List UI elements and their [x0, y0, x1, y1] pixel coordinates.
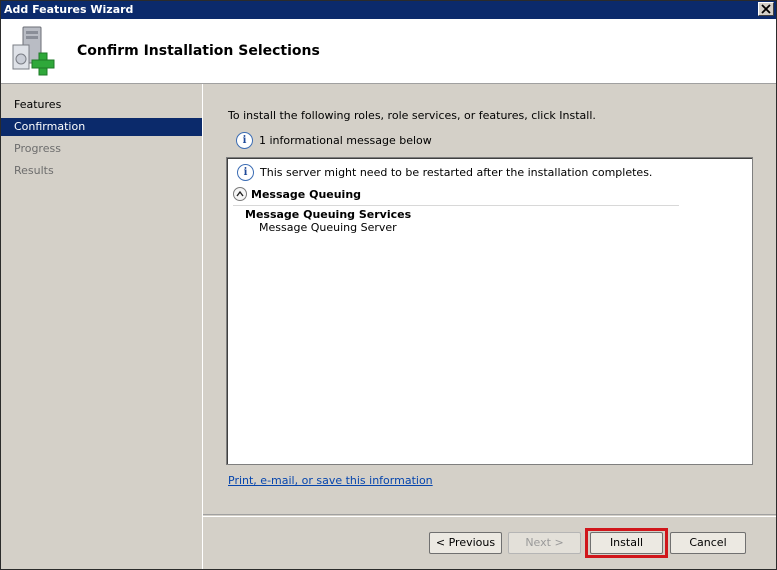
feature-subitem: Message Queuing Server: [259, 221, 397, 234]
button-bar: < Previous Next > Install Cancel: [203, 514, 776, 569]
section-title: Message Queuing: [251, 188, 362, 201]
previous-button[interactable]: < Previous: [429, 532, 502, 554]
instructions-text: To install the following roles, role ser…: [228, 109, 596, 122]
install-button[interactable]: Install: [590, 532, 663, 554]
info-icon: i: [236, 132, 253, 149]
sidebar-item-results: Results: [14, 164, 54, 177]
close-button[interactable]: [758, 2, 774, 16]
title-bar: Add Features Wizard: [1, 1, 776, 19]
server-add-icon: [12, 26, 55, 76]
window-title: Add Features Wizard: [4, 3, 134, 16]
restart-warning-text: This server might need to be restarted a…: [260, 166, 653, 179]
cancel-button[interactable]: Cancel: [670, 532, 746, 554]
page-title: Confirm Installation Selections: [77, 43, 320, 59]
wizard-header: Confirm Installation Selections: [1, 19, 776, 84]
section-header-message-queuing: Message Queuing: [233, 187, 679, 206]
print-save-link[interactable]: Print, e-mail, or save this information: [228, 474, 433, 487]
divider: [203, 516, 776, 517]
collapse-button[interactable]: [233, 187, 247, 201]
info-icon: i: [237, 164, 254, 181]
confirmation-list[interactable]: i This server might need to be restarted…: [226, 157, 753, 465]
info-message-text: 1 informational message below: [259, 134, 432, 147]
close-icon: [761, 4, 771, 14]
feature-title: Message Queuing Services: [245, 208, 412, 221]
wizard-sidebar: Features Confirmation Progress Results: [1, 84, 203, 569]
wizard-window: Add Features Wizard Confirm Installation…: [0, 0, 777, 570]
sidebar-item-confirmation[interactable]: Confirmation: [1, 118, 202, 136]
next-button: Next >: [508, 532, 581, 554]
main-panel: To install the following roles, role ser…: [203, 84, 776, 514]
sidebar-item-features[interactable]: Features: [1, 96, 202, 114]
chevron-up-icon: [236, 190, 244, 197]
sidebar-item-progress: Progress: [14, 142, 61, 155]
